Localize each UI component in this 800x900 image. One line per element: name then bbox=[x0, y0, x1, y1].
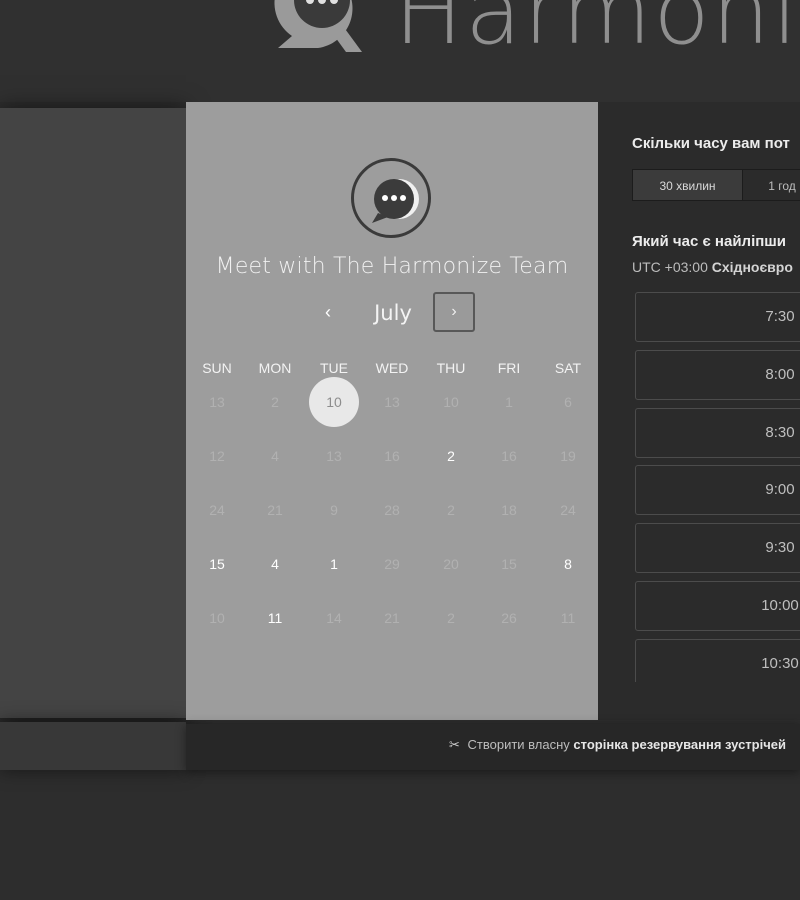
weekday-wed: WED bbox=[375, 360, 409, 376]
calendar-day[interactable]: 1 bbox=[309, 539, 359, 589]
timezone-name: Східноєвро bbox=[711, 259, 793, 275]
duration-question: Скільки часу вам пот bbox=[632, 135, 790, 152]
calendar-day: 2 bbox=[447, 610, 455, 626]
next-month-button[interactable]: › bbox=[433, 292, 475, 332]
calendar-day: 13 bbox=[326, 448, 342, 464]
create-booking-page-link[interactable]: ✂ Створити власну сторінка резервування … bbox=[449, 737, 786, 753]
footer-text: Створити власну bbox=[467, 737, 570, 752]
calendar-day: 24 bbox=[560, 502, 576, 518]
calendar-day: 18 bbox=[501, 502, 517, 518]
timezone-label[interactable]: UTC +03:00 Східноєвро bbox=[632, 259, 793, 275]
time-selection-panel: Скільки часу вам пот 30 хвилин 1 год Яки… bbox=[598, 102, 800, 720]
duration-1-hour-button[interactable]: 1 год bbox=[742, 169, 800, 201]
calendar-day: 2 bbox=[271, 394, 279, 410]
duration-30-min-button[interactable]: 30 хвилин bbox=[632, 169, 743, 201]
header-bar: Harmoni bbox=[0, 0, 800, 102]
calendar-day: 10 bbox=[209, 610, 225, 626]
time-slot[interactable]: 7:30 bbox=[635, 292, 800, 342]
calendar-day: 26 bbox=[501, 610, 517, 626]
chat-bubble-icon bbox=[372, 179, 419, 223]
team-avatar bbox=[351, 158, 431, 238]
chat-bubble-logo-icon bbox=[274, 0, 362, 52]
weekday-fri: FRI bbox=[497, 360, 521, 376]
calendar-day: 9 bbox=[330, 502, 338, 518]
calendar-day[interactable]: 11 bbox=[250, 593, 300, 643]
calendar-day: 19 bbox=[560, 448, 576, 464]
footer-bar: ✂ Створити власну сторінка резервування … bbox=[186, 724, 800, 770]
calendar-day: 2 bbox=[447, 502, 455, 518]
calendar-day: 20 bbox=[443, 556, 459, 572]
timezone-offset: UTC +03:00 bbox=[632, 259, 708, 275]
calendar-day: 29 bbox=[384, 556, 400, 572]
weekday-mon: MON bbox=[258, 360, 292, 376]
time-slot[interactable]: 8:30 bbox=[635, 408, 800, 458]
time-slot-list[interactable]: 7:30 8:00 8:30 9:00 9:30 10:00 10:30 bbox=[635, 292, 800, 682]
calendar-day: 16 bbox=[501, 448, 517, 464]
calendar-day: 13 bbox=[209, 394, 225, 410]
calendar-day: 10 bbox=[443, 394, 459, 410]
calendar-day: 13 bbox=[384, 394, 400, 410]
time-slot[interactable]: 8:00 bbox=[635, 350, 800, 400]
previous-month-button[interactable]: ‹ bbox=[311, 300, 345, 324]
calendar-day: 15 bbox=[501, 556, 517, 572]
calendar-day: 21 bbox=[384, 610, 400, 626]
calendar-day: 1 bbox=[505, 394, 513, 410]
calendar-day: 6 bbox=[564, 394, 572, 410]
calendar-day: 4 bbox=[271, 448, 279, 464]
weekday-tue: TUE bbox=[320, 360, 348, 376]
brand-name: Harmoni bbox=[394, 0, 800, 65]
time-slot[interactable]: 10:00 bbox=[635, 581, 800, 631]
calendar-day: 14 bbox=[326, 610, 342, 626]
calendar-day: 11 bbox=[560, 610, 576, 626]
time-slot[interactable]: 10:30 bbox=[635, 639, 800, 682]
month-label: July bbox=[374, 301, 412, 325]
calendar-day: 16 bbox=[384, 448, 400, 464]
time-question: Який час є найліпши bbox=[632, 233, 787, 250]
calendar-day: 12 bbox=[209, 448, 225, 464]
calendar-day: 21 bbox=[267, 502, 283, 518]
meeting-title: Meet with The Harmonize Team bbox=[215, 254, 569, 279]
time-slot[interactable]: 9:30 bbox=[635, 523, 800, 573]
weekday-sat: SAT bbox=[554, 360, 582, 376]
scissors-icon: ✂ bbox=[449, 737, 460, 752]
calendar-panel: Meet with The Harmonize Team ‹ July › SU… bbox=[186, 102, 598, 720]
selected-day[interactable]: 10 bbox=[309, 377, 359, 427]
left-shadow-strip-lower bbox=[0, 722, 186, 770]
calendar-day[interactable]: 8 bbox=[543, 539, 593, 589]
calendar-day[interactable]: 4 bbox=[250, 539, 300, 589]
time-slot[interactable]: 9:00 bbox=[635, 465, 800, 515]
weekday-thu: THU bbox=[436, 360, 466, 376]
weekday-sun: SUN bbox=[202, 360, 232, 376]
footer-text-bold: сторінка резервування зустрічей bbox=[573, 737, 786, 752]
left-shadow-strip bbox=[0, 108, 186, 718]
calendar-day: 28 bbox=[384, 502, 400, 518]
calendar-day[interactable]: 15 bbox=[192, 539, 242, 589]
calendar-day[interactable]: 2 bbox=[426, 431, 476, 481]
calendar-day: 24 bbox=[209, 502, 225, 518]
